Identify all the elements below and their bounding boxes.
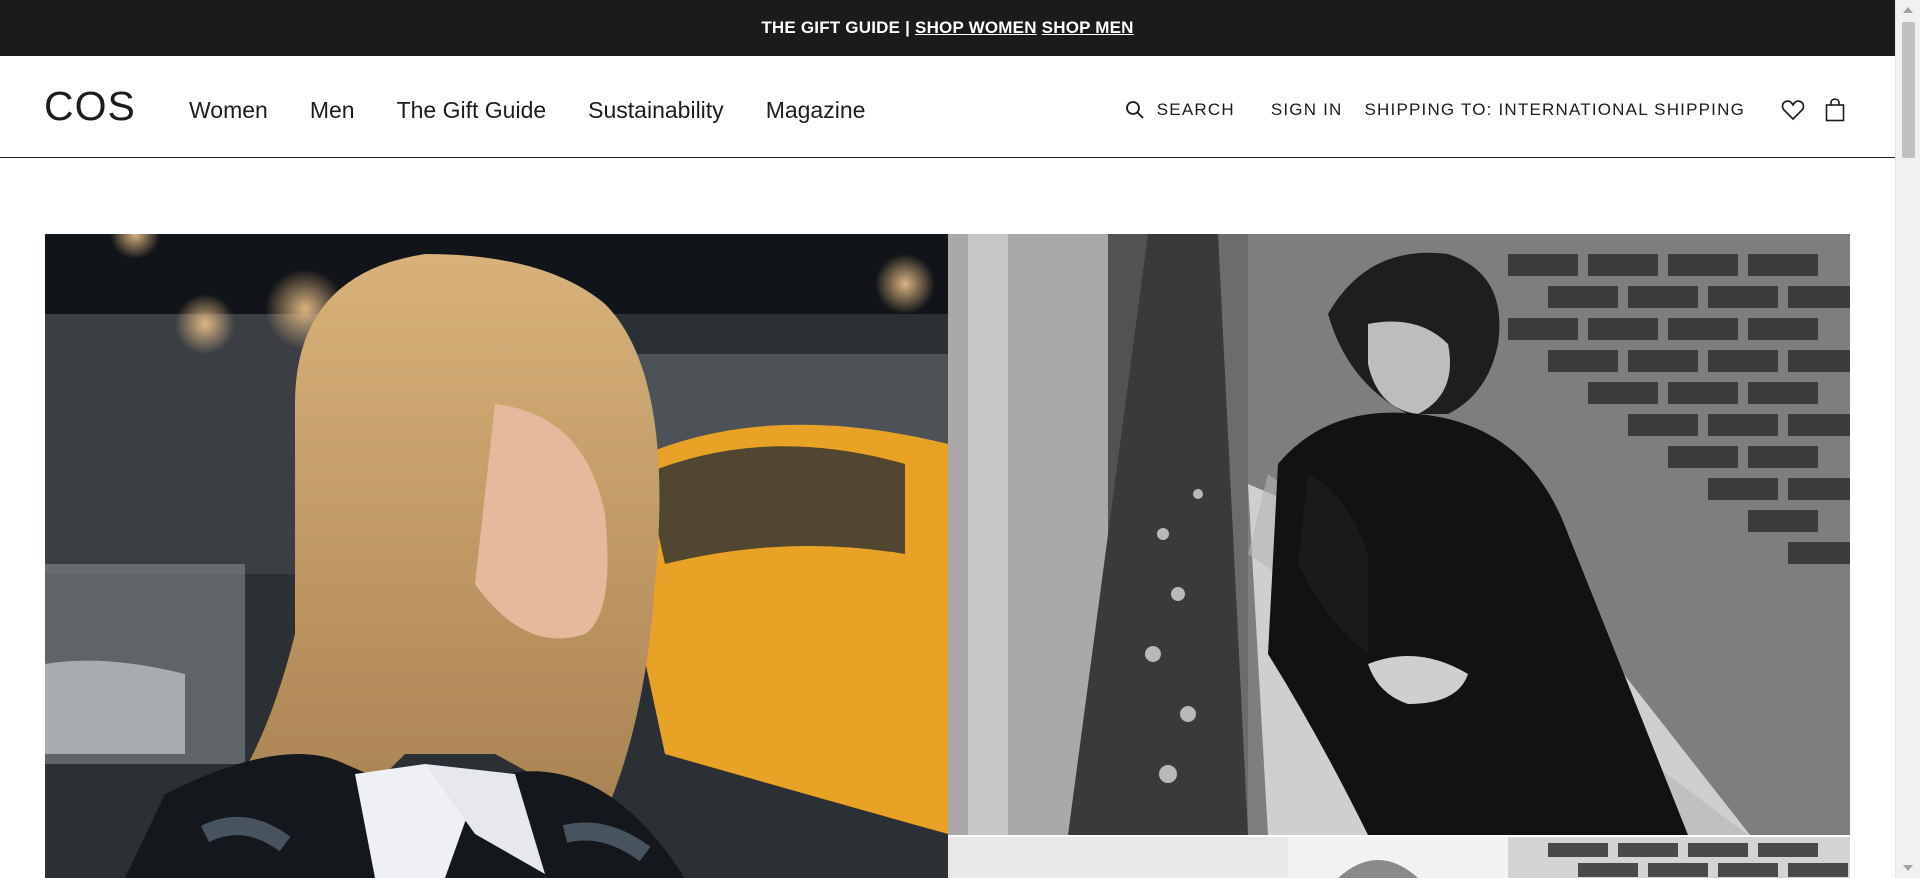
shipping-selector[interactable]: SHIPPING TO: INTERNATIONAL SHIPPING [1365, 100, 1746, 120]
man-rooftop-photo [948, 234, 1850, 835]
scroll-up-arrow-icon[interactable] [1903, 7, 1913, 13]
scroll-thumb[interactable] [1902, 22, 1915, 158]
nav-item-gift-guide[interactable]: The Gift Guide [397, 92, 547, 128]
shop-men-link[interactable]: SHOP MEN [1042, 18, 1134, 38]
promo-text: THE GIFT GUIDE | [761, 18, 911, 37]
search-icon [1125, 101, 1144, 119]
search-button[interactable]: SEARCH [1125, 100, 1235, 120]
main-navigation: Women Men The Gift Guide Sustainability … [189, 92, 907, 128]
nav-item-magazine[interactable]: Magazine [766, 92, 866, 128]
secondary-photo [948, 837, 1850, 878]
search-label: SEARCH [1156, 100, 1235, 119]
shop-women-link[interactable]: SHOP WOMEN [915, 18, 1037, 38]
sign-in-link[interactable]: SIGN IN [1271, 100, 1343, 120]
cos-logo[interactable]: COS [44, 86, 136, 127]
shopping-bag-icon [1825, 98, 1845, 122]
nav-item-men[interactable]: Men [310, 92, 355, 128]
heart-icon [1781, 100, 1805, 121]
wishlist-button[interactable] [1779, 96, 1807, 124]
page-scrollbar[interactable] [1895, 0, 1920, 878]
hero-section [45, 234, 1850, 878]
nav-item-women[interactable]: Women [189, 92, 268, 128]
scroll-down-arrow-icon[interactable] [1903, 865, 1913, 871]
hero-image-secondary[interactable] [948, 837, 1850, 878]
woman-street-photo [45, 234, 948, 878]
promo-banner: THE GIFT GUIDE | SHOP WOMEN SHOP MEN [0, 0, 1895, 56]
nav-item-sustainability[interactable]: Sustainability [588, 92, 724, 128]
hero-image-men[interactable] [948, 234, 1850, 835]
utility-nav: SEARCH SIGN IN SHIPPING TO: INTERNATIONA… [1125, 92, 1849, 128]
site-header: COS Women Men The Gift Guide Sustainabil… [0, 56, 1895, 158]
hero-image-women[interactable] [45, 234, 948, 878]
shopping-bag-button[interactable] [1821, 96, 1849, 124]
